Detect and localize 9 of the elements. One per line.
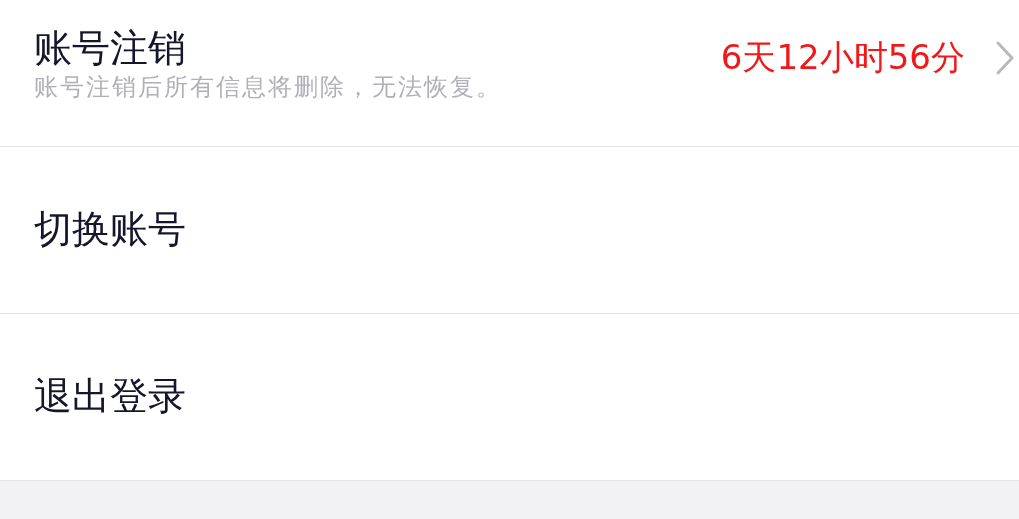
row-title: 账号注销 bbox=[34, 25, 187, 72]
settings-row[interactable]: 退出登录 bbox=[0, 314, 1019, 481]
settings-row[interactable]: 切换账号 bbox=[0, 147, 1019, 314]
chevron-icon bbox=[995, 40, 1015, 76]
row-description: 账号注销后所有信息将删除，无法恢复。 bbox=[34, 73, 503, 103]
row-title: 退出登录 bbox=[34, 374, 187, 420]
row-title: 切换账号 bbox=[34, 207, 187, 253]
settings-row[interactable]: 账号注销 账号注销后所有信息将删除，无法恢复。 6天12小时56分 bbox=[0, 0, 1019, 147]
countdown-value: 6天12小时56分 bbox=[720, 36, 965, 79]
